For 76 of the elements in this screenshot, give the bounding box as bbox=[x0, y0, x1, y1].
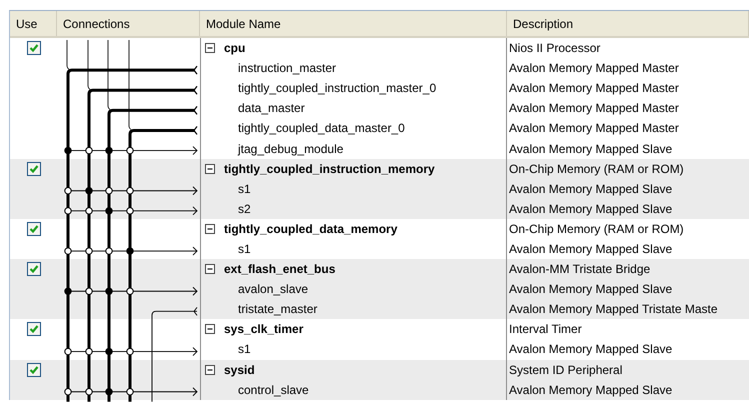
port-name[interactable]: tightly_coupled_data_master_0 bbox=[238, 119, 405, 138]
connection-dot[interactable] bbox=[64, 187, 72, 194]
module-name[interactable]: sysid bbox=[224, 360, 255, 379]
description-text: Avalon Memory Mapped Master bbox=[509, 100, 679, 118]
description-text: Avalon Memory Mapped Slave bbox=[509, 200, 672, 218]
module-name[interactable]: ext_flash_enet_bus bbox=[224, 260, 336, 278]
description-text: Avalon Memory Mapped Master bbox=[509, 120, 679, 138]
column-header[interactable]: Module Name bbox=[200, 11, 507, 36]
port-name[interactable]: tightly_coupled_instruction_master_0 bbox=[238, 79, 436, 98]
use-checkbox[interactable] bbox=[26, 41, 40, 56]
module-name[interactable]: cpu bbox=[224, 39, 246, 58]
connection-dot[interactable] bbox=[105, 348, 113, 356]
description-text: Avalon Memory Mapped Master bbox=[509, 80, 679, 98]
module-name[interactable]: sys_clk_timer bbox=[224, 320, 304, 338]
description-text: Avalon Memory Mapped Slave bbox=[509, 341, 672, 358]
collapse-icon[interactable] bbox=[205, 324, 215, 334]
description-text: Interval Timer bbox=[509, 321, 582, 338]
connection-dot[interactable] bbox=[85, 146, 93, 154]
connection-dot[interactable] bbox=[64, 247, 72, 255]
connection-dot[interactable] bbox=[105, 146, 113, 154]
description-text: Avalon Memory Mapped Slave bbox=[509, 281, 672, 298]
connection-dot[interactable] bbox=[126, 187, 134, 194]
collapse-icon[interactable] bbox=[205, 264, 215, 274]
port-name[interactable]: avalon_slave bbox=[238, 280, 308, 298]
connection-dot[interactable] bbox=[85, 348, 93, 356]
connection-dot[interactable] bbox=[105, 288, 113, 295]
module-name[interactable]: tightly_coupled_data_memory bbox=[224, 220, 398, 238]
description-text: Avalon Memory Mapped Master bbox=[509, 60, 679, 78]
use-checkbox[interactable] bbox=[26, 262, 40, 276]
use-checkbox[interactable] bbox=[26, 362, 40, 377]
collapse-icon[interactable] bbox=[205, 364, 215, 375]
collapse-icon[interactable] bbox=[205, 224, 215, 234]
port-name[interactable]: s1 bbox=[238, 180, 251, 198]
connection-dot[interactable] bbox=[64, 146, 72, 154]
connection-dot[interactable] bbox=[64, 288, 72, 295]
connection-dot[interactable] bbox=[105, 187, 113, 194]
description-text: Avalon Memory Mapped Tristate Maste bbox=[509, 301, 718, 318]
description-text: Avalon Memory Mapped Slave bbox=[509, 180, 672, 198]
port-name[interactable]: control_slave bbox=[238, 380, 309, 399]
port-name[interactable]: s1 bbox=[238, 240, 251, 258]
port-name[interactable]: data_master bbox=[238, 99, 305, 118]
connection-dot[interactable] bbox=[85, 187, 93, 194]
connection-dot[interactable] bbox=[105, 388, 113, 396]
column-header[interactable]: Use bbox=[10, 11, 57, 36]
connection-dot[interactable] bbox=[85, 247, 93, 255]
description-text: Avalon Memory Mapped Slave bbox=[509, 240, 672, 258]
column-header[interactable]: Description bbox=[507, 11, 749, 36]
port-name[interactable]: s2 bbox=[238, 200, 251, 218]
port-name[interactable]: instruction_master bbox=[238, 59, 336, 78]
description-text: System ID Peripheral bbox=[509, 362, 622, 379]
use-checkbox[interactable] bbox=[26, 322, 40, 336]
use-checkbox[interactable] bbox=[26, 162, 40, 176]
description-text: Avalon-MM Tristate Bridge bbox=[509, 261, 650, 278]
connection-dot[interactable] bbox=[64, 388, 72, 396]
description-text: Nios II Processor bbox=[509, 40, 600, 58]
description-text: On-Chip Memory (RAM or ROM) bbox=[509, 160, 684, 178]
connection-dot[interactable] bbox=[126, 288, 134, 295]
description-text: Avalon Memory Mapped Slave bbox=[509, 382, 672, 399]
module-name[interactable]: tightly_coupled_instruction_memory bbox=[224, 160, 435, 178]
connection-dot[interactable] bbox=[126, 348, 134, 356]
port-name[interactable]: tristate_master bbox=[238, 300, 318, 318]
description-text: On-Chip Memory (RAM or ROM) bbox=[509, 220, 684, 238]
connection-dot[interactable] bbox=[64, 348, 72, 356]
collapse-icon[interactable] bbox=[205, 43, 215, 54]
column-header[interactable]: Connections bbox=[57, 11, 200, 36]
port-name[interactable]: s1 bbox=[238, 340, 251, 358]
connection-dot[interactable] bbox=[126, 388, 134, 396]
connection-dot[interactable] bbox=[85, 388, 93, 396]
port-name[interactable]: jtag_debug_module bbox=[238, 140, 344, 158]
connection-dot[interactable] bbox=[126, 247, 134, 255]
connection-dot[interactable] bbox=[105, 247, 113, 255]
description-text: Avalon Memory Mapped Slave bbox=[509, 140, 672, 158]
use-checkbox[interactable] bbox=[26, 222, 40, 236]
collapse-icon[interactable] bbox=[205, 164, 215, 174]
connection-dot[interactable] bbox=[126, 146, 134, 154]
connection-dot[interactable] bbox=[85, 288, 93, 295]
